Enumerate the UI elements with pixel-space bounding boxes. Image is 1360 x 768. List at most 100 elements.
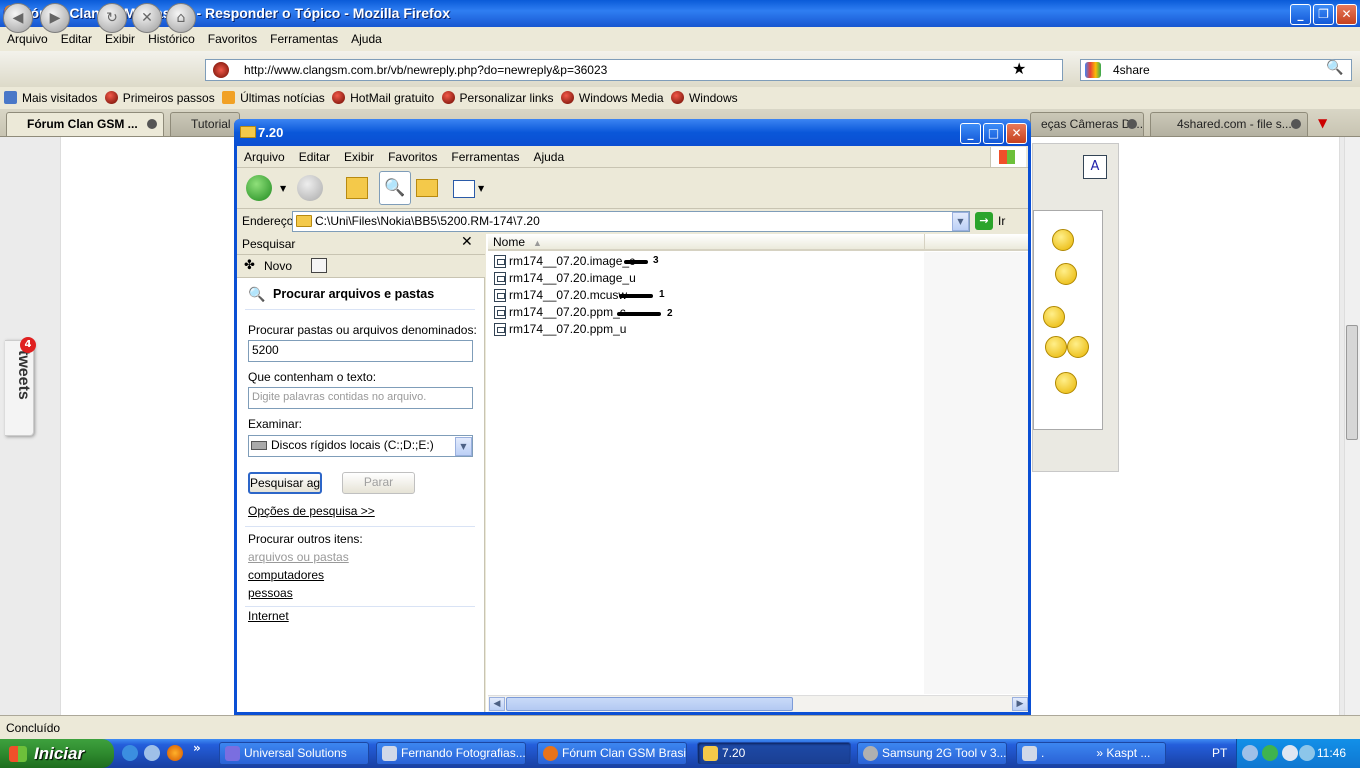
reload-icon[interactable]: ↻ <box>97 3 127 33</box>
url-bar[interactable]: http://www.clangsm.com.br/vb/newreply.ph… <box>205 59 1063 81</box>
search-bar[interactable]: 4share <box>1080 59 1352 81</box>
task-explorer-720[interactable]: 7.20 <box>697 742 851 765</box>
exp-menu-ajuda[interactable]: Ajuda <box>526 146 571 168</box>
tab-close-icon[interactable] <box>147 119 157 129</box>
task-forum-clan[interactable]: Fórum Clan GSM Brasi... <box>537 742 687 765</box>
bookmark-item[interactable]: Últimas notícias <box>222 87 325 109</box>
scroll-left-icon[interactable]: ◀ <box>489 697 505 711</box>
menu-ajuda[interactable]: Ajuda <box>344 27 388 51</box>
file-row[interactable]: rm174__07.20.image_c <box>494 253 635 270</box>
show-desktop-icon[interactable] <box>144 745 160 761</box>
go-arrow-icon[interactable]: → <box>975 212 993 230</box>
tab-4shared[interactable]: 4shared.com - file s... <box>1150 112 1308 136</box>
tab-close-icon[interactable] <box>1127 119 1137 129</box>
tab-close-icon[interactable] <box>1291 119 1301 129</box>
explorer-back-icon[interactable] <box>246 175 272 201</box>
views-icon[interactable] <box>453 180 475 198</box>
clock[interactable]: 11:46 <box>1317 746 1346 760</box>
bookmark-item[interactable]: HotMail gratuito <box>332 87 434 109</box>
explorer-forward-icon[interactable] <box>297 175 323 201</box>
search-companion-icon[interactable] <box>311 258 327 273</box>
smiley-icon[interactable] <box>1055 263 1077 285</box>
horizontal-scrollbar-thumb[interactable] <box>506 697 793 711</box>
task-fernando[interactable]: Fernando Fotografias... <box>376 742 526 765</box>
people-link[interactable]: pessoas <box>248 586 293 600</box>
back-icon[interactable]: ◀ <box>3 3 33 33</box>
smiley-icon[interactable] <box>1043 306 1065 328</box>
volume-icon[interactable] <box>1282 745 1298 761</box>
explorer-minimize-icon[interactable]: _ <box>960 123 981 144</box>
firefox-quicklaunch-icon[interactable] <box>167 745 183 761</box>
files-folders-link[interactable]: arquivos ou pastas <box>248 550 349 564</box>
search-now-button[interactable]: Pesquisar agora <box>248 472 322 494</box>
look-in-dropdown-icon[interactable]: ▼ <box>455 437 472 456</box>
text-contents-input[interactable]: Digite palavras contidas no arquivo. <box>248 387 473 409</box>
file-row[interactable]: rm174__07.20.mcusw <box>494 287 627 304</box>
explorer-maximize-icon[interactable]: □ <box>983 123 1004 144</box>
tab-tutorial[interactable]: Tutorial <box>170 112 240 136</box>
font-style-icon[interactable]: A <box>1083 155 1107 179</box>
address-input[interactable]: C:\Uni\Files\Nokia\BB5\5200.RM-174\7.20 <box>292 211 970 232</box>
tray-arrow-icon[interactable] <box>1242 745 1258 761</box>
smiley-icon[interactable] <box>1045 336 1067 358</box>
internet-link[interactable]: Internet <box>248 609 289 623</box>
minimize-icon[interactable]: _ <box>1290 4 1311 25</box>
smiley-icon[interactable] <box>1052 229 1074 251</box>
look-in-select[interactable]: Discos rígidos locais (C:;D:;E:) <box>248 435 473 457</box>
address-dropdown-icon[interactable]: ▼ <box>952 212 969 231</box>
search-toolbar-icon[interactable]: 🔍 <box>379 171 411 205</box>
column-header-blank[interactable] <box>924 234 1028 251</box>
tab-list-icon[interactable]: ▼ <box>1318 116 1327 130</box>
go-button[interactable]: Ir <box>998 214 1005 228</box>
smiley-icon[interactable] <box>1055 372 1077 394</box>
exp-menu-ferramentas[interactable]: Ferramentas <box>444 146 526 168</box>
file-row[interactable]: rm174__07.20.ppm_u <box>494 321 626 338</box>
exp-menu-editar[interactable]: Editar <box>292 146 337 168</box>
explorer-close-icon[interactable]: ✕ <box>1006 123 1027 144</box>
bookmark-item[interactable]: Primeiros passos <box>104 87 215 109</box>
search-icon[interactable]: 🔍 <box>1326 60 1343 76</box>
tray-app-icon[interactable] <box>1262 745 1278 761</box>
ie-icon[interactable] <box>122 745 138 761</box>
filename-input[interactable]: 5200 <box>248 340 473 362</box>
menu-arquivo[interactable]: Arquivo <box>0 27 54 51</box>
menu-favoritos[interactable]: Favoritos <box>201 27 263 51</box>
restore-icon[interactable]: ❐ <box>1313 4 1334 25</box>
folder-up-icon[interactable] <box>346 177 368 199</box>
search-pane-close-icon[interactable]: ✕ <box>461 234 473 250</box>
bookmark-item[interactable]: Windows Media <box>560 87 664 109</box>
task-blank[interactable]: . » Kaspt ... <box>1016 742 1166 765</box>
new-search-icon[interactable]: ✤ <box>244 258 255 273</box>
name-column-header[interactable]: Nome ▲ <box>488 234 924 251</box>
file-row[interactable]: rm174__07.20.ppm_c <box>494 304 626 321</box>
scroll-right-icon[interactable]: ▶ <box>1012 697 1028 711</box>
quicklaunch-more-icon[interactable]: » <box>193 741 201 755</box>
forward-icon[interactable]: ▶ <box>40 3 70 33</box>
bookmark-item[interactable]: Windows <box>670 87 738 109</box>
tab-forum[interactable]: Fórum Clan GSM ... <box>6 112 164 136</box>
network-icon[interactable] <box>1299 745 1315 761</box>
close-icon[interactable]: ✕ <box>1336 4 1357 25</box>
new-search-button[interactable]: Novo <box>264 259 292 273</box>
task-samsung-tool[interactable]: Samsung 2G Tool v 3.... <box>857 742 1007 765</box>
language-indicator[interactable]: PT <box>1212 746 1227 760</box>
menu-ferramentas[interactable]: Ferramentas <box>263 27 344 51</box>
stop-icon[interactable]: ✕ <box>132 3 162 33</box>
bookmark-star-icon[interactable]: ★ <box>1012 59 1026 78</box>
bookmark-item[interactable]: Mais visitados <box>4 87 97 109</box>
file-row[interactable]: rm174__07.20.image_u <box>494 270 636 287</box>
search-options-link[interactable]: Opções de pesquisa >> <box>248 504 375 518</box>
task-universal-solutions[interactable]: Universal Solutions <box>219 742 369 765</box>
exp-menu-favoritos[interactable]: Favoritos <box>381 146 444 168</box>
views-dropdown-icon[interactable]: ▼ <box>478 184 484 193</box>
computers-link[interactable]: computadores <box>248 568 324 582</box>
folders-icon[interactable] <box>416 179 438 197</box>
page-scrollbar-thumb[interactable] <box>1346 325 1358 440</box>
back-dropdown-icon[interactable]: ▼ <box>280 184 286 193</box>
tab-cameras[interactable]: eças Câmeras Di... <box>1030 112 1144 136</box>
home-icon[interactable]: ⌂ <box>166 3 196 33</box>
smiley-icon[interactable] <box>1067 336 1089 358</box>
exp-menu-exibir[interactable]: Exibir <box>337 146 381 168</box>
exp-menu-arquivo[interactable]: Arquivo <box>237 146 292 168</box>
bookmark-item[interactable]: Personalizar links <box>441 87 554 109</box>
